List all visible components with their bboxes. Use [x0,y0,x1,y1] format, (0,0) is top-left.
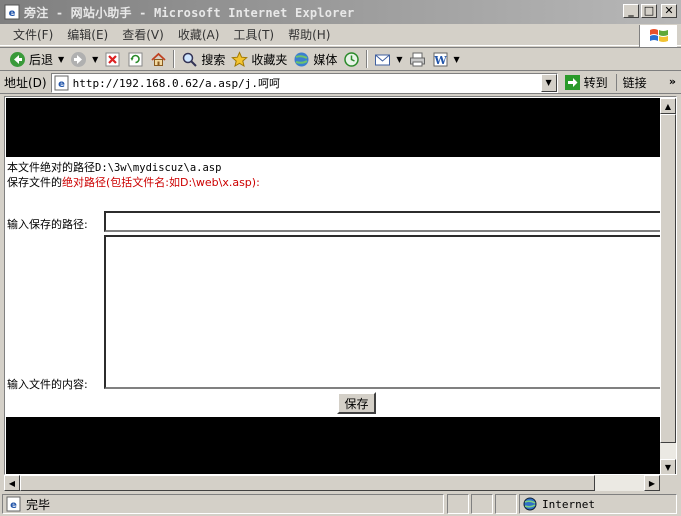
toolbar-overflow-chevron[interactable]: » [669,75,676,88]
address-bar: 地址(D) e ▼ 转到 链接 » [0,72,681,94]
menu-file[interactable]: 文件(F) [0,26,60,43]
svg-text:e: e [10,500,17,511]
horizontal-scrollbar[interactable]: ◀ ▶ [4,475,660,491]
stop-icon [105,52,120,66]
history-icon [344,51,360,67]
address-dropdown-icon[interactable]: ▼ [540,73,557,92]
file-content-textarea[interactable] [104,235,661,389]
media-icon [294,52,309,66]
ie-page-icon: e [6,496,21,512]
title-bar: e 旁注 - 网站小助手 - Microsoft Internet Explor… [0,0,681,24]
page-header-band [6,98,661,157]
window-controls: _ □ ✕ [623,4,677,18]
save-hint-prefix: 保存文件的 [7,176,62,189]
save-path-label: 输入保存的路径: [7,218,88,231]
scroll-down-icon[interactable]: ▼ [660,459,676,474]
forward-icon [71,51,87,67]
windows-logo-icon [639,25,677,47]
browser-viewport: 本文件绝对的路径D:\3w\mydiscuz\a.asp 保存文件的绝对路径(包… [4,96,677,475]
absolute-path-line: 本文件绝对的路径D:\3w\mydiscuz\a.asp [7,159,221,175]
scroll-corner [660,475,677,491]
favorites-label: 收藏夹 [251,52,288,67]
absolute-path-value: D:\3w\mydiscuz\a.asp [95,162,222,174]
media-label: 媒体 [313,52,338,67]
links-button[interactable]: 链接 [615,74,647,91]
forward-button[interactable]: ▼ [67,48,101,70]
media-button[interactable]: 媒体 [290,48,340,70]
save-button[interactable]: 保存 [337,392,376,414]
status-cell [471,494,493,514]
maximize-button[interactable]: □ [641,4,657,18]
menu-view[interactable]: 查看(V) [115,26,171,43]
favorites-icon [231,50,249,67]
status-bar: e 完毕 Internet [0,493,681,516]
horizontal-scroll-thumb[interactable] [20,475,595,491]
security-zone: Internet [519,494,677,514]
go-arrow-icon [564,75,580,90]
status-cell [447,494,469,514]
address-label: 地址(D) [4,76,47,90]
edit-icon: W [433,52,448,67]
refresh-icon [128,52,143,66]
edit-button[interactable]: W ▼ [429,48,463,70]
globe-icon [523,497,537,511]
save-path-input[interactable] [104,211,661,232]
refresh-button[interactable] [124,48,147,70]
ie-page-icon: e [54,75,69,90]
minimize-button[interactable]: _ [623,4,639,18]
svg-text:e: e [9,8,16,19]
search-label: 搜索 [201,52,226,67]
favorites-button[interactable]: 收藏夹 [228,48,290,70]
menu-edit[interactable]: 编辑(E) [60,26,115,43]
file-content-label: 输入文件的内容: [7,378,88,391]
address-input[interactable] [72,76,533,89]
scroll-up-icon[interactable]: ▲ [660,98,676,114]
page-footer-band [6,417,661,474]
print-button[interactable] [406,48,429,70]
svg-text:W: W [433,54,447,67]
home-button[interactable] [147,48,170,70]
close-button[interactable]: ✕ [661,4,677,18]
stop-button[interactable] [101,48,124,70]
home-icon [151,52,166,66]
go-label: 转到 [583,76,608,90]
web-page: 本文件绝对的路径D:\3w\mydiscuz\a.asp 保存文件的绝对路径(包… [6,98,661,474]
back-dropdown-icon[interactable]: ▼ [58,55,64,64]
menu-bar: 文件(F) 编辑(E) 查看(V) 收藏(A) 工具(T) 帮助(H) [0,24,681,47]
print-icon [409,52,425,66]
back-label: 后退 [29,52,54,67]
ie-page-icon: e [4,4,20,20]
menu-favorites[interactable]: 收藏(A) [171,26,227,43]
status-cell [495,494,517,514]
mail-button[interactable]: ▼ [371,48,405,70]
save-hint-text: 绝对路径(包括文件名:如D:\web\x.asp): [62,176,260,189]
edit-dropdown-icon[interactable]: ▼ [454,55,460,64]
zone-label: Internet [542,497,595,511]
svg-text:e: e [58,79,65,90]
history-button[interactable] [340,48,363,70]
menu-tools[interactable]: 工具(T) [226,26,281,43]
search-button[interactable]: 搜索 [178,48,228,70]
address-field[interactable]: e ▼ [50,72,558,93]
back-icon [10,51,25,67]
vertical-scrollbar[interactable]: ▲ ▼ [660,98,676,474]
menu-help[interactable]: 帮助(H) [281,26,337,43]
scroll-left-icon[interactable]: ◀ [4,475,20,491]
vertical-scroll-thumb[interactable] [660,114,676,443]
mail-dropdown-icon[interactable]: ▼ [396,55,402,64]
window-title: 旁注 - 网站小助手 - Microsoft Internet Explorer [24,5,355,20]
go-button[interactable]: 转到 [564,74,608,91]
toolbar-separator [173,50,176,68]
toolbar-separator [366,50,369,68]
back-button[interactable]: 后退 ▼ [6,48,67,70]
standard-toolbar: 后退 ▼ ▼ 搜索 收藏夹 媒体 ▼ W ▼ [0,47,681,71]
save-hint-line: 保存文件的绝对路径(包括文件名:如D:\web\x.asp): [7,174,260,190]
mail-icon [375,54,391,65]
scroll-right-icon[interactable]: ▶ [644,475,660,491]
status-main: e 完毕 [2,494,444,514]
search-icon [183,52,198,67]
forward-dropdown-icon[interactable]: ▼ [92,55,98,64]
absolute-path-label: 本文件绝对的路径 [7,161,95,174]
status-text: 完毕 [26,497,51,512]
